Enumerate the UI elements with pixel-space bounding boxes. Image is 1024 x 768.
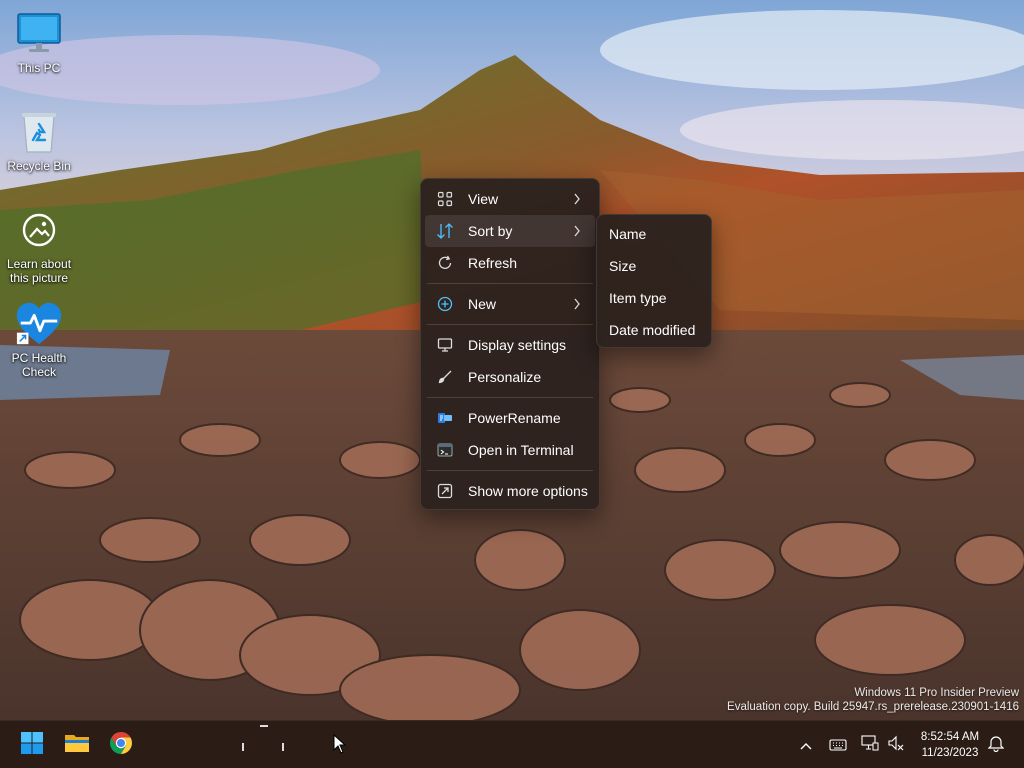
notification-bell-icon — [987, 734, 1005, 756]
health-heart-icon — [15, 300, 63, 348]
menu-separator — [427, 397, 593, 398]
watermark-line-1: Windows 11 Pro Insider Preview — [854, 687, 1019, 699]
menu-item-new[interactable]: New — [425, 288, 595, 320]
network-button[interactable] — [860, 735, 880, 755]
menu-item-sort-by[interactable]: Sort by — [425, 215, 595, 247]
clock-time: 8:52:54 AM — [920, 731, 980, 743]
file-explorer-icon — [64, 732, 90, 758]
chevron-right-icon — [573, 224, 581, 240]
menu-item-label: Personalize — [468, 369, 542, 385]
menu-separator — [427, 470, 593, 471]
menu-item-display-settings[interactable]: Display settings — [425, 329, 595, 361]
taskbar-clock[interactable]: 8:52:54 AM 11/23/2023 — [912, 729, 988, 761]
menu-item-label: Refresh — [468, 255, 518, 271]
brush-icon — [435, 367, 455, 387]
taskbar-app-indicator — [242, 743, 244, 751]
clock-date: 11/23/2023 — [921, 747, 979, 759]
evaluation-watermark: Windows 11 Pro Insider Preview Evaluatio… — [727, 686, 1019, 714]
menu-separator — [427, 283, 593, 284]
menu-item-label: View — [468, 191, 499, 207]
powerrename-icon — [435, 408, 455, 428]
sort-icon — [435, 221, 455, 241]
plus-circle-icon — [435, 294, 455, 314]
taskbar-app-indicator — [282, 743, 284, 751]
submenu-item-size[interactable]: Size — [597, 250, 711, 282]
taskbar-app-indicator — [260, 725, 268, 727]
submenu-item-name[interactable]: Name — [597, 218, 711, 250]
menu-item-label: Sort by — [468, 223, 513, 239]
desktop-icon-recycle-bin[interactable]: Recycle Bin — [0, 108, 78, 173]
volume-button[interactable] — [886, 735, 906, 755]
menu-item-label: Show more options — [468, 483, 588, 499]
menu-item-powerrename[interactable]: PowerRename — [425, 402, 595, 434]
menu-separator — [427, 324, 593, 325]
volume-muted-icon — [887, 735, 905, 755]
refresh-icon — [435, 253, 455, 273]
chrome-icon — [109, 731, 133, 759]
menu-item-personalize[interactable]: Personalize — [425, 361, 595, 393]
submenu-item-item-type[interactable]: Item type — [597, 282, 711, 314]
show-hidden-icons-button[interactable] — [796, 735, 816, 755]
watermark-line-2: Evaluation copy. Build 25947.rs_prerelea… — [727, 701, 1019, 713]
chevron-right-icon — [573, 192, 581, 208]
desktop-icon-label: Learn about this picture — [6, 257, 72, 285]
chevron-up-icon — [799, 736, 813, 755]
menu-item-label: New — [468, 296, 497, 312]
camera-info-icon — [15, 206, 63, 254]
start-button[interactable] — [14, 727, 50, 763]
monitor-icon — [15, 10, 63, 58]
chevron-right-icon — [573, 297, 581, 313]
mouse-pointer-icon — [333, 733, 347, 758]
display-icon — [435, 335, 455, 355]
input-indicator-button[interactable] — [828, 735, 848, 755]
sort-by-submenu: Name Size Item type Date modified — [596, 214, 712, 348]
notification-center-button[interactable] — [986, 735, 1006, 755]
menu-item-label: PowerRename — [468, 410, 561, 426]
desktop-context-menu: View Sort by Refresh New Display setting… — [420, 178, 600, 510]
desktop-icon-this-pc[interactable]: This PC — [0, 10, 78, 75]
menu-item-show-more-options[interactable]: Show more options — [425, 475, 595, 507]
menu-item-open-in-terminal[interactable]: Open in Terminal — [425, 434, 595, 466]
menu-item-view[interactable]: View — [425, 183, 595, 215]
menu-item-label: Display settings — [468, 337, 567, 353]
desktop-icon-label: PC Health Check — [11, 351, 67, 379]
submenu-item-date-modified[interactable]: Date modified — [597, 314, 711, 346]
desktop-icon-label: Recycle Bin — [7, 159, 71, 173]
file-explorer-button[interactable] — [59, 727, 95, 763]
start-icon — [20, 731, 44, 759]
taskbar: 8:52:54 AM 11/23/2023 — [0, 720, 1024, 768]
network-icon — [861, 735, 879, 755]
chrome-button[interactable] — [103, 727, 139, 763]
desktop-icon-pc-health-check[interactable]: PC Health Check — [0, 300, 78, 379]
more-options-icon — [435, 481, 455, 501]
menu-item-label: Open in Terminal — [468, 442, 574, 458]
menu-item-refresh[interactable]: Refresh — [425, 247, 595, 279]
desktop-icon-label: This PC — [17, 61, 61, 75]
terminal-icon — [435, 440, 455, 460]
grid-icon — [435, 189, 455, 209]
keyboard-icon — [829, 736, 847, 755]
desktop-icon-learn-about-picture[interactable]: Learn about this picture — [0, 206, 78, 285]
recycle-bin-icon — [15, 108, 63, 156]
